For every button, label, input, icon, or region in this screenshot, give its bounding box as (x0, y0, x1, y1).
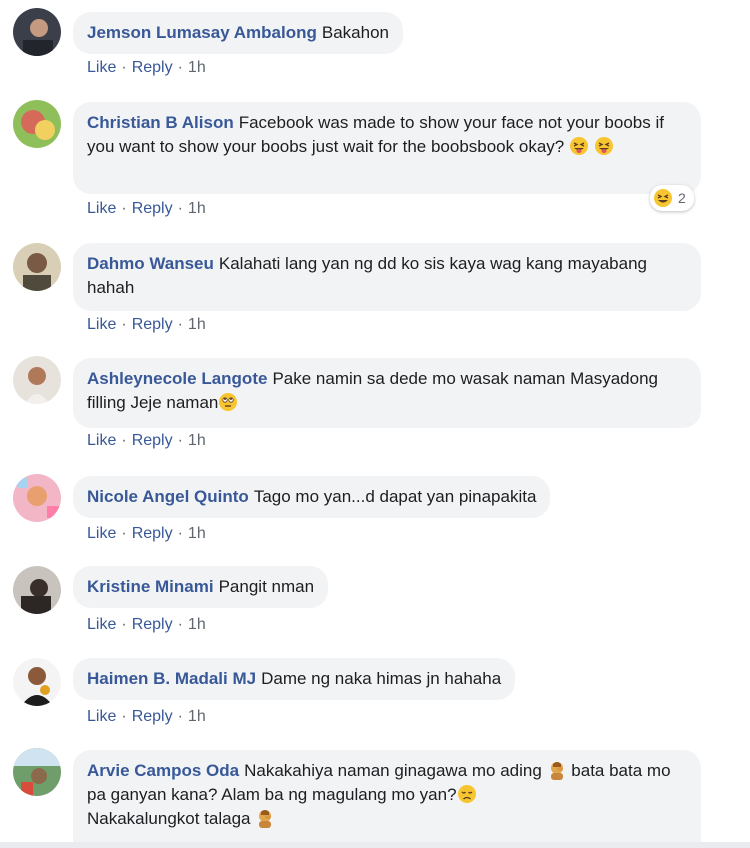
timestamp[interactable]: 1h (188, 432, 206, 449)
separator: · (177, 316, 183, 333)
like-link[interactable]: Like (87, 200, 116, 217)
comment-bubble: Kristine Minami Pangit nman (73, 566, 329, 608)
avatar[interactable] (13, 748, 61, 796)
separator: · (177, 616, 183, 633)
reply-link[interactable]: Reply (132, 708, 173, 725)
disappointed-face-emoji-icon (457, 784, 477, 804)
separator: · (121, 525, 127, 542)
timestamp[interactable]: 1h (188, 708, 206, 725)
comment-text: Nakakahiya naman ginagawa mo ading (244, 761, 542, 780)
comment-bubble: Jemson Lumasay Ambalong Bakahon (73, 12, 403, 54)
comment-actions: Like · Reply · 1h (87, 200, 206, 218)
avatar[interactable] (13, 474, 61, 522)
comment-text: Tago mo yan...d dapat yan pinapakita (253, 487, 537, 506)
comment-author[interactable]: Christian B Alison (87, 113, 234, 132)
comment-author[interactable]: Jemson Lumasay Ambalong (87, 23, 317, 42)
comment-actions: Like · Reply · 1h (87, 708, 206, 726)
separator: · (121, 200, 127, 217)
comment-text: Dame ng naka himas jn hahaha (261, 669, 502, 688)
reaction-count: 2 (678, 190, 686, 206)
like-link[interactable]: Like (87, 525, 116, 542)
like-link[interactable]: Like (87, 708, 116, 725)
comment-text: Bakahon (321, 23, 389, 42)
separator: · (121, 59, 127, 76)
reply-link[interactable]: Reply (132, 432, 173, 449)
person-facepalming-emoji-icon (547, 760, 567, 780)
like-link[interactable]: Like (87, 616, 116, 633)
separator: · (177, 708, 183, 725)
timestamp[interactable]: 1h (188, 616, 206, 633)
comment-actions: Like · Reply · 1h (87, 525, 206, 543)
rolling-eyes-emoji-icon (218, 392, 238, 412)
avatar[interactable] (13, 243, 61, 291)
avatar[interactable] (13, 8, 61, 56)
avatar[interactable] (13, 100, 61, 148)
comment-bubble: Arvie Campos Oda Nakakahiya naman ginagaw… (73, 750, 701, 848)
separator: · (177, 59, 183, 76)
comment-bubble: Dahmo Wanseu Kalahati lang yan ng dd ko s… (73, 243, 701, 311)
person-facepalming-emoji-icon (255, 808, 275, 828)
reply-link[interactable]: Reply (132, 316, 173, 333)
comment-author[interactable]: Arvie Campos Oda (87, 761, 239, 780)
haha-reaction-icon (653, 188, 673, 208)
comment-bubble: Ashleynecole Langote Pake namin sa dede m… (73, 358, 701, 428)
like-link[interactable]: Like (87, 432, 116, 449)
comment-actions: Like · Reply · 1h (87, 59, 206, 77)
comment-text: Nakakalungkot talaga (87, 809, 251, 828)
comment-author[interactable]: Kristine Minami (87, 577, 214, 596)
comment-text: Pangit nman (218, 577, 315, 596)
reply-link[interactable]: Reply (132, 59, 173, 76)
timestamp[interactable]: 1h (188, 525, 206, 542)
separator: · (121, 316, 127, 333)
separator: · (121, 708, 127, 725)
comment-author[interactable]: Nicole Angel Quinto (87, 487, 249, 506)
comment-author[interactable]: Ashleynecole Langote (87, 369, 267, 388)
comment-bubble: Nicole Angel Quinto Tago mo yan...d dapat… (73, 476, 551, 518)
squinting-tongue-emoji-icon (569, 136, 589, 156)
avatar[interactable] (13, 566, 61, 614)
separator: · (177, 525, 183, 542)
avatar[interactable] (13, 658, 61, 706)
timestamp[interactable]: 1h (188, 59, 206, 76)
timestamp[interactable]: 1h (188, 316, 206, 333)
squinting-tongue-emoji-icon (594, 136, 614, 156)
comment-author[interactable]: Haimen B. Madali MJ (87, 669, 256, 688)
separator: · (177, 200, 183, 217)
timestamp[interactable]: 1h (188, 200, 206, 217)
reply-link[interactable]: Reply (132, 200, 173, 217)
comment-actions: Like · Reply · 1h (87, 316, 206, 334)
separator: · (177, 432, 183, 449)
separator: · (121, 616, 127, 633)
comment-actions: Like · Reply · 1h (87, 432, 206, 450)
like-link[interactable]: Like (87, 59, 116, 76)
comment-bubble: Christian B Alison Facebook was made to s… (73, 102, 701, 194)
like-link[interactable]: Like (87, 316, 116, 333)
reply-link[interactable]: Reply (132, 525, 173, 542)
reaction-count-badge[interactable]: 2 (650, 185, 694, 211)
avatar[interactable] (13, 356, 61, 404)
comment-actions: Like · Reply · 1h (87, 616, 206, 634)
separator: · (121, 432, 127, 449)
comment-author[interactable]: Dahmo Wanseu (87, 254, 214, 273)
reply-link[interactable]: Reply (132, 616, 173, 633)
scroll-edge (0, 842, 750, 848)
comment-bubble: Haimen B. Madali MJ Dame ng naka himas jn… (73, 658, 516, 700)
